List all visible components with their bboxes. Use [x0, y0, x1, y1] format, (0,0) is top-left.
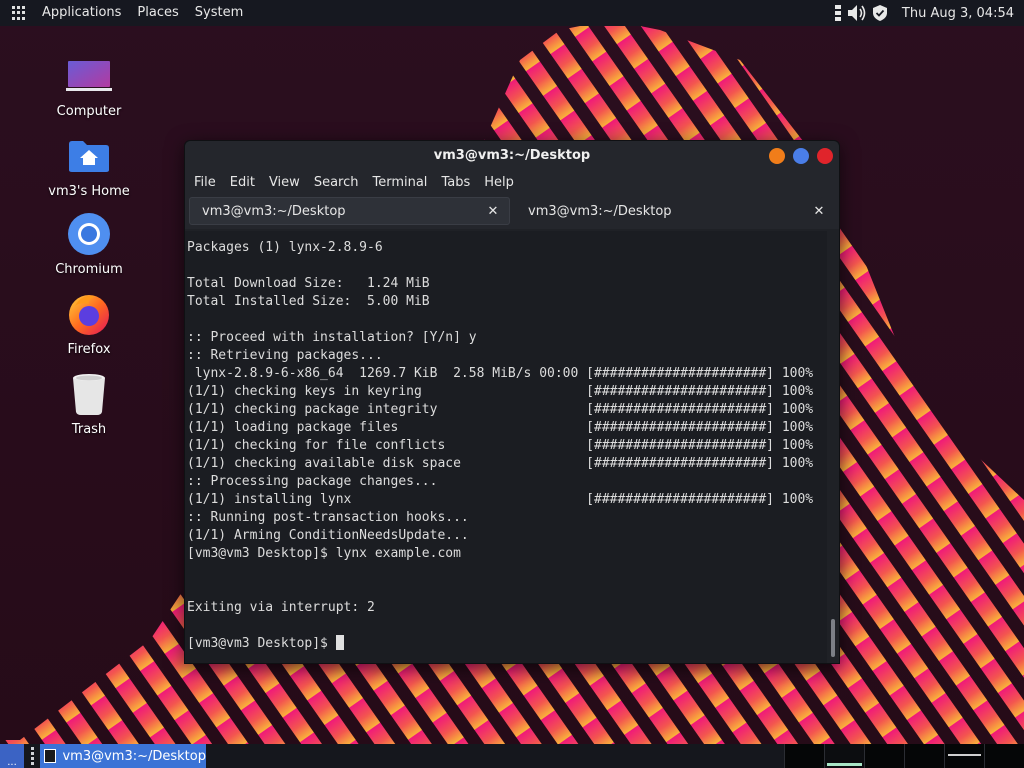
bottom-panel: ... vm3@vm3:~/Desktop [0, 744, 1024, 768]
workspace-switcher [784, 744, 1024, 768]
system-tray: Thu Aug 3, 04:54 [832, 0, 1024, 26]
show-desktop-button[interactable]: ... [0, 744, 24, 768]
tab-title: vm3@vm3:~/Desktop [202, 203, 346, 219]
terminal-line: (1/1) checking for file conflicts [#####… [187, 438, 814, 453]
workspace-4[interactable] [904, 744, 944, 768]
desktop-icon-home[interactable]: vm3's Home [39, 132, 139, 199]
terminal-icon [44, 749, 57, 763]
menu-terminal[interactable]: Terminal [365, 171, 434, 195]
maximize-button[interactable] [793, 148, 809, 164]
terminal-line: (1/1) installing lynx [#################… [187, 492, 814, 507]
close-button[interactable] [817, 148, 833, 164]
tab-1[interactable]: vm3@vm3:~/Desktop ✕ [189, 197, 510, 225]
menubar: File Edit View Search Terminal Tabs Help [185, 171, 839, 195]
window-titlebar[interactable]: vm3@vm3:~/Desktop [185, 141, 839, 171]
terminal-line: Total Installed Size: 5.00 MiB [187, 294, 430, 309]
terminal-line: (1/1) checking available disk space [###… [187, 456, 814, 471]
apps-grid-icon[interactable] [12, 6, 26, 20]
menu-tabs[interactable]: Tabs [434, 171, 477, 195]
desktop-icon-computer[interactable]: Computer [39, 52, 139, 119]
terminal-line: Total Download Size: 1.24 MiB [187, 276, 430, 291]
window-title: vm3@vm3:~/Desktop [433, 148, 591, 163]
top-panel: Applications Places System Thu Aug 3, 04… [0, 0, 1024, 26]
menu-edit[interactable]: Edit [223, 171, 262, 195]
terminal-line: lynx-2.8.9-6-x86_64 1269.7 KiB 2.58 MiB/… [187, 366, 814, 381]
desktop-icon-label: Trash [71, 422, 107, 437]
terminal-line: (1/1) checking keys in keyring [########… [187, 384, 814, 399]
taskbar-item-terminal[interactable]: vm3@vm3:~/Desktop [40, 744, 206, 768]
workspace-2[interactable] [824, 744, 864, 768]
workspace-1[interactable] [784, 744, 824, 768]
menu-help[interactable]: Help [477, 171, 521, 195]
clock[interactable]: Thu Aug 3, 04:54 [898, 6, 1018, 21]
chromium-icon [65, 210, 113, 258]
terminal-line: :: Retrieving packages... [187, 348, 383, 363]
panel-handle-icon[interactable] [28, 744, 36, 768]
home-folder-icon [65, 132, 113, 180]
terminal-line: (1/1) loading package files [###########… [187, 420, 814, 435]
menu-search[interactable]: Search [307, 171, 366, 195]
menu-view[interactable]: View [262, 171, 307, 195]
terminal-window: vm3@vm3:~/Desktop File Edit View Search … [184, 140, 840, 664]
desktop-icon-label: Computer [56, 104, 122, 119]
terminal-line: Exiting via interrupt: 2 [187, 600, 375, 615]
terminal-line: [vm3@vm3 Desktop]$ [187, 635, 829, 653]
terminal-line: :: Proceed with installation? [Y/n] y [187, 330, 477, 345]
menu-applications[interactable]: Applications [34, 0, 129, 26]
desktop-icon-trash[interactable]: Trash [39, 370, 139, 437]
terminal-line: (1/1) checking package integrity [######… [187, 402, 814, 417]
tab-close-icon[interactable]: ✕ [485, 203, 501, 219]
scrollbar[interactable] [827, 231, 839, 663]
terminal-output[interactable]: Packages (1) lynx-2.8.9-6 Total Download … [185, 231, 829, 663]
terminal-line: (1/1) Arming ConditionNeedsUpdate... [187, 528, 469, 543]
firefox-icon [65, 290, 113, 338]
desktop-icon-chromium[interactable]: Chromium [39, 210, 139, 277]
desktop-icon-label: Chromium [55, 262, 123, 277]
shield-icon[interactable] [872, 5, 887, 21]
tab-bar: vm3@vm3:~/Desktop ✕ vm3@vm3:~/Desktop ✕ [185, 195, 839, 229]
workspace-3[interactable] [864, 744, 904, 768]
tab-title: vm3@vm3:~/Desktop [528, 203, 672, 219]
tab-2[interactable]: vm3@vm3:~/Desktop ✕ [516, 197, 835, 225]
scrollbar-thumb[interactable] [831, 619, 835, 657]
main-menu: Applications Places System [0, 0, 259, 26]
desktop-icon-firefox[interactable]: Firefox [39, 290, 139, 357]
computer-icon [65, 52, 113, 100]
keyboard-layout-icon[interactable] [834, 5, 841, 21]
window-controls [769, 148, 833, 164]
workspace-5[interactable] [944, 744, 984, 768]
workspace-6[interactable] [984, 744, 1024, 768]
taskbar-item-label: vm3@vm3:~/Desktop [62, 748, 206, 764]
terminal-line: [vm3@vm3 Desktop]$ lynx example.com [187, 546, 461, 561]
menu-file[interactable]: File [187, 171, 223, 195]
desktop-icon-label: Firefox [67, 342, 111, 357]
terminal-line: Packages (1) lynx-2.8.9-6 [187, 240, 383, 255]
trash-icon [65, 370, 113, 418]
volume-icon[interactable] [847, 4, 867, 22]
terminal-line: :: Processing package changes... [187, 474, 438, 489]
minimize-button[interactable] [769, 148, 785, 164]
menu-system[interactable]: System [187, 0, 251, 26]
terminal-cursor [335, 635, 344, 650]
tab-close-icon[interactable]: ✕ [811, 203, 827, 219]
terminal-line: :: Running post-transaction hooks... [187, 510, 469, 525]
desktop-icon-label: vm3's Home [48, 184, 130, 199]
menu-places[interactable]: Places [129, 0, 186, 26]
